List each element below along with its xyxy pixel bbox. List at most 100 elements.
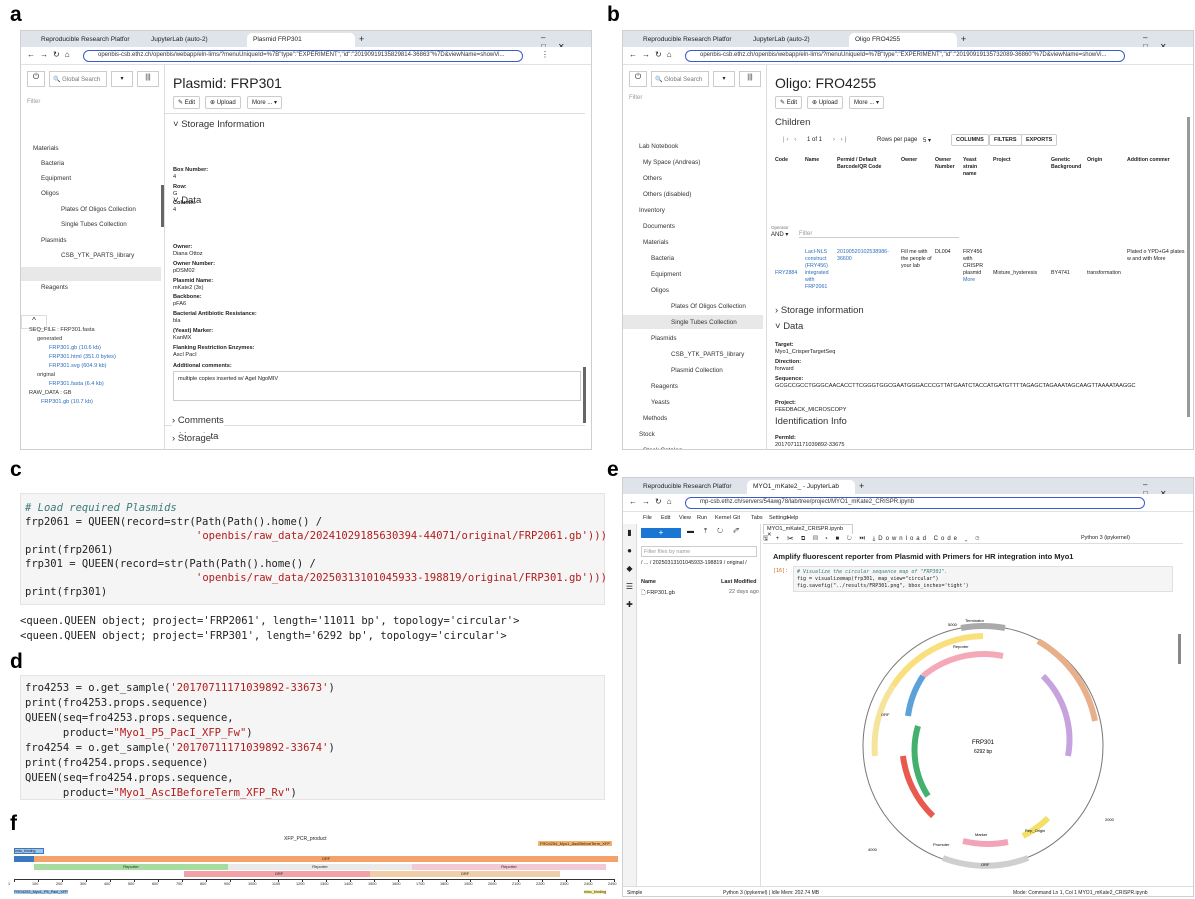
nav-arrows-icon-b[interactable]: ←→↻⌂ [629, 50, 677, 59]
col-modified[interactable]: Last Modified [721, 579, 756, 585]
menu-item-git[interactable]: Git [733, 515, 740, 521]
menu-item-help[interactable]: Help [787, 515, 798, 521]
field-label: Bacterial Antibiotic Resistance: [173, 311, 257, 317]
menu-item-view[interactable]: View [679, 515, 691, 521]
menu-item-run[interactable]: Run [697, 515, 707, 521]
file-item[interactable]: original [37, 372, 55, 378]
file-filter-input[interactable]: Filter files by name [641, 546, 757, 557]
tab-reproducible-e[interactable]: Reproducible Research Platfor [637, 480, 745, 494]
notebook-tab[interactable]: MYO1_mKate2_CRISPR.ipynb ✕ [763, 524, 853, 538]
tree-item[interactable]: Others (disabled) [643, 191, 691, 198]
file-item[interactable]: SEQ_FILE : FRP301.fasta [29, 327, 95, 333]
cell-prompt: [16]: [773, 568, 789, 574]
code-line-7: print(frp301) [25, 586, 108, 598]
url-input[interactable]: openbis-csb.ethz.ch/openbis/webapp/eln-l… [83, 50, 523, 62]
d-line-8: product="Myo1_AscIBeforeTerm_XFP_Rv") [25, 787, 297, 799]
tree-item[interactable]: Yeasts [651, 399, 670, 406]
purple-arc [1040, 673, 1073, 757]
code-cell-c[interactable]: # Load required Plasmids frp2061 = QUEEN… [20, 493, 607, 605]
code-cell-e[interactable]: # Visualize the circular sequence map of… [793, 566, 1173, 592]
url-input-e[interactable]: mp-csb.ethz.ch/servers/54awg78/lab/tree/… [685, 497, 1145, 509]
toolbar-icons[interactable]: ⋮ [541, 50, 549, 59]
menu-item-settings[interactable]: Settings [769, 515, 789, 521]
tab-reproducible[interactable]: Reproducible Research Platfor [35, 33, 143, 47]
file-item[interactable]: FRP301.gb (10.7 kb) [41, 399, 93, 405]
storage-footer-section-header[interactable]: › Storage [172, 433, 212, 444]
file-item[interactable]: FRP301.fasta (6.4 kb) [49, 381, 104, 387]
tree-item[interactable]: Lab Notebook [639, 143, 678, 150]
url-input-b[interactable]: openbis-csb.ethz.ch/openbis/webapp/eln-l… [685, 50, 1125, 62]
tree-item[interactable]: Equipment [651, 271, 681, 278]
tree-item[interactable]: Stock [639, 431, 655, 438]
file-item[interactable]: FRP301.svg (604.9 kb) [49, 363, 107, 369]
orf-arc-left [871, 684, 896, 757]
browser-window-a: Reproducible Research Platfor JupyterLab… [20, 30, 592, 450]
jupyter-window: Reproducible Research Platfor MYO1_mKate… [622, 477, 1194, 897]
tab-bar-e: Reproducible Research Platfor MYO1_mKate… [623, 478, 1193, 498]
notebook-scrollbar[interactable] [1178, 634, 1181, 664]
menu-item-edit[interactable]: Edit [661, 515, 670, 521]
kernel-indicator[interactable]: Python 3 (ipykernel) [1081, 535, 1130, 541]
tick-label: 200 [56, 882, 63, 886]
tree-item[interactable]: Inventory [639, 207, 665, 214]
file-item[interactable]: generated [37, 336, 62, 342]
field-label: Plasmid Name: [173, 278, 214, 284]
file-toolbar-icons[interactable]: ▬⤒↻✐ [687, 528, 749, 536]
tree-item[interactable]: Materials [643, 239, 669, 246]
comments-section-header[interactable]: › Comments [172, 415, 224, 426]
file-row[interactable]: 🗋 FRP301.gb [641, 589, 675, 598]
new-tab-icon-e[interactable]: + [859, 481, 864, 491]
col-name[interactable]: Name [641, 579, 656, 585]
tree-item[interactable]: Others [643, 175, 662, 182]
file-path-breadcrumb[interactable]: / ... / 20250313101045933-198819 / origi… [641, 560, 757, 567]
code-line-6: 'openbis/raw_data/20250313101045933-1988… [196, 572, 607, 584]
tree-item[interactable]: Methods [643, 415, 667, 422]
tree-item[interactable]: Bacteria [651, 255, 674, 262]
d-line-2: print(fro4253.props.sequence) [25, 697, 209, 709]
tick-label: 1200 [296, 882, 305, 886]
menu-item-tabs[interactable]: Tabs [751, 515, 763, 521]
running-icon[interactable]: ● [623, 542, 636, 560]
git-icon[interactable]: ◆ [623, 560, 636, 578]
file-item[interactable]: FRP301.gb (10.6 kb) [49, 345, 101, 351]
comments-textarea[interactable]: multiple copies inserted w/ AgeI NgoMIV [173, 371, 581, 401]
tree-item[interactable]: CSB_YTK_PARTS_library [671, 351, 744, 358]
code-cell-d[interactable]: fro4253 = o.get_sample('2017071117103989… [20, 675, 605, 800]
tab-plasmid[interactable]: Plasmid FRP301 [247, 33, 355, 47]
reporter-bar-3: Reporter [412, 864, 606, 870]
tree-item[interactable]: Oligos [651, 287, 669, 294]
tree-item[interactable]: Reagents [651, 383, 678, 390]
main-scrollbar-b[interactable] [1187, 117, 1190, 417]
simple-mode-toggle[interactable]: Simple [627, 890, 642, 896]
new-tab-icon[interactable]: + [359, 34, 364, 44]
tick-label: 1900 [464, 882, 473, 886]
tree-item[interactable]: Plasmid Collection [671, 367, 723, 374]
tab-jupyter[interactable]: JupyterLab (auto-2) [145, 33, 245, 47]
code-comment: # Load required Plasmids [25, 502, 177, 514]
new-launcher-button[interactable]: + [641, 528, 681, 538]
tree-item[interactable]: Plates Of Oligos Collection [671, 303, 746, 310]
tree-item[interactable]: Stock Catalog [643, 447, 682, 449]
file-item[interactable]: FRP301.html (351.0 bytes) [49, 354, 116, 360]
file-item[interactable]: RAW_DATA : GB [29, 390, 71, 396]
nav-arrows-icon-e[interactable]: ←→↻⌂ [629, 497, 677, 506]
tree-item[interactable]: My Space (Andreas) [643, 159, 700, 166]
menu-item-file[interactable]: File [643, 515, 652, 521]
toc-icon[interactable]: ☰ [623, 578, 636, 596]
nav-arrows-icon[interactable]: ←→↻⌂ [27, 50, 75, 59]
menu-item-kernel[interactable]: Kernel [715, 515, 731, 521]
tick-label: 1700 [416, 882, 425, 886]
tree-item[interactable]: Plasmids [651, 335, 677, 342]
tab-reproducible-b[interactable]: Reproducible Research Platfor [637, 33, 745, 47]
tick-label: 2490 [608, 882, 617, 886]
main-scrollbar[interactable] [583, 367, 586, 423]
new-tab-icon-b[interactable]: + [961, 34, 966, 44]
tree-item[interactable]: Single Tubes Collection [671, 319, 737, 326]
extension-icon[interactable]: ✚ [623, 596, 636, 614]
tab-jupyter-b[interactable]: JupyterLab (auto-2) [747, 33, 847, 47]
tick-label: 300 [80, 882, 87, 886]
tree-item[interactable]: Documents [643, 223, 675, 230]
tab-jupyterlab-e[interactable]: MYO1_mKate2_ - JupyterLab [747, 480, 855, 494]
tab-oligo[interactable]: Oligo FRO4255 [849, 33, 957, 47]
folder-icon[interactable]: ▮ [623, 524, 636, 542]
